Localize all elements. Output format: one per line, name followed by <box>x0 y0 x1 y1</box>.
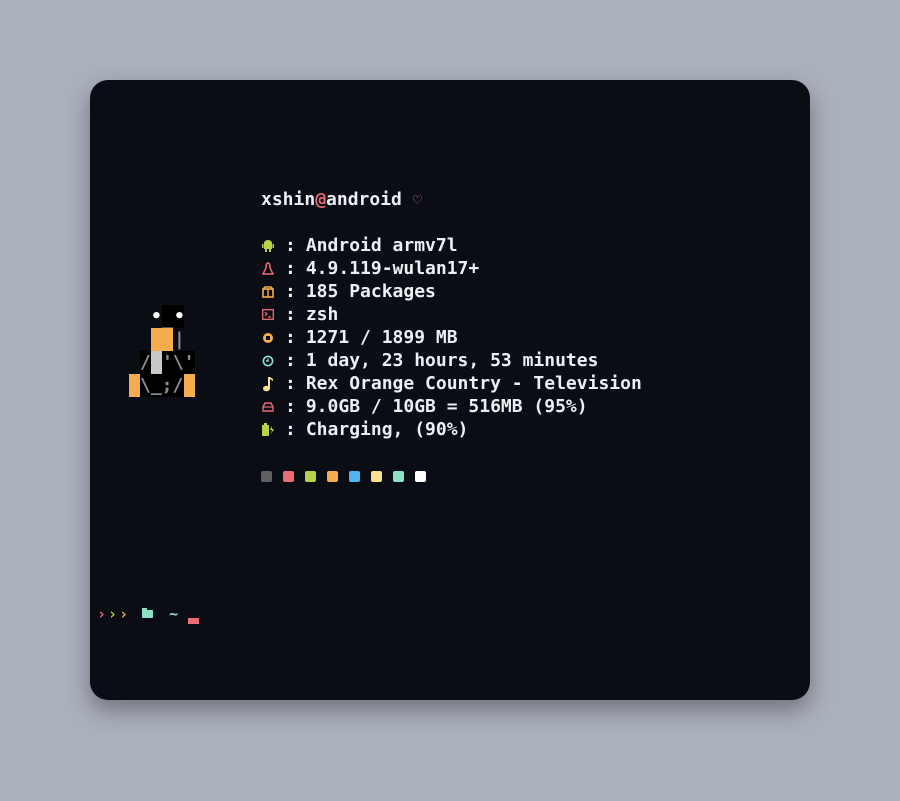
separator: : <box>285 350 296 371</box>
info-row: : zsh <box>261 303 338 326</box>
info-row: : Android armv7l <box>261 234 458 257</box>
info-row: :9.0GB / 10GB = 516MB (95%) <box>261 395 588 418</box>
palette-swatch <box>415 471 426 482</box>
separator: : <box>285 258 296 279</box>
prompt[interactable]: › › › ~ <box>97 603 200 625</box>
prompt-arrow-icon: › <box>119 605 129 623</box>
palette-swatch <box>327 471 338 482</box>
info-value: 1271 / 1899 MB <box>305 327 458 348</box>
info-value: 9.0GB / 10GB = 516MB (95%) <box>305 396 588 417</box>
separator: : <box>285 304 296 325</box>
info-value: Android armv7l <box>305 235 458 256</box>
battery-icon <box>261 423 275 437</box>
separator: : <box>285 327 296 348</box>
linux-icon <box>261 261 275 276</box>
package-icon <box>261 285 275 299</box>
terminal-window[interactable]: xshin@android ♡ : Android armv7l:4.9.119-… <box>90 80 810 700</box>
current-directory: ~ <box>169 605 179 623</box>
info-value: 4.9.119-wulan17+ <box>305 258 480 279</box>
separator: : <box>285 373 296 394</box>
info-row: : Rex Orange Country - Television <box>261 372 642 395</box>
separator: : <box>285 235 296 256</box>
palette-swatch <box>283 471 294 482</box>
info-value: Charging, (90%) <box>305 419 469 440</box>
user-host: xshin@android ♡ <box>261 189 422 210</box>
terminal-icon <box>261 308 275 322</box>
folder-icon <box>142 608 154 618</box>
separator: : <box>285 396 296 417</box>
palette-swatch <box>349 471 360 482</box>
info-row: :1 day, 23 hours, 53 minutes <box>261 349 598 372</box>
info-row: :185 Packages <box>261 280 436 303</box>
info-row: :4.9.119-wulan17+ <box>261 257 479 280</box>
palette-swatch <box>371 471 382 482</box>
heart-icon: ♡ <box>412 191 422 209</box>
cpu-icon <box>261 331 275 345</box>
prompt-arrow-icon: › <box>97 605 107 623</box>
info-value: 1 day, 23 hours, 53 minutes <box>305 350 599 371</box>
info-value: 185 Packages <box>305 281 436 302</box>
android-icon <box>261 239 275 253</box>
separator: : <box>285 419 296 440</box>
disk-icon <box>261 400 275 414</box>
info-row: : Charging, (90%) <box>261 418 468 441</box>
clock-icon <box>261 354 275 368</box>
cursor <box>188 618 200 624</box>
music-icon <box>261 376 275 391</box>
info-value: zsh <box>305 304 339 325</box>
separator: : <box>285 281 296 302</box>
palette-swatch <box>393 471 404 482</box>
palette-swatch <box>305 471 316 482</box>
palette-swatch <box>261 471 272 482</box>
info-row: :1271 / 1899 MB <box>261 326 458 349</box>
prompt-arrow-icon: › <box>108 605 118 623</box>
info-value: Rex Orange Country - Television <box>305 373 642 394</box>
